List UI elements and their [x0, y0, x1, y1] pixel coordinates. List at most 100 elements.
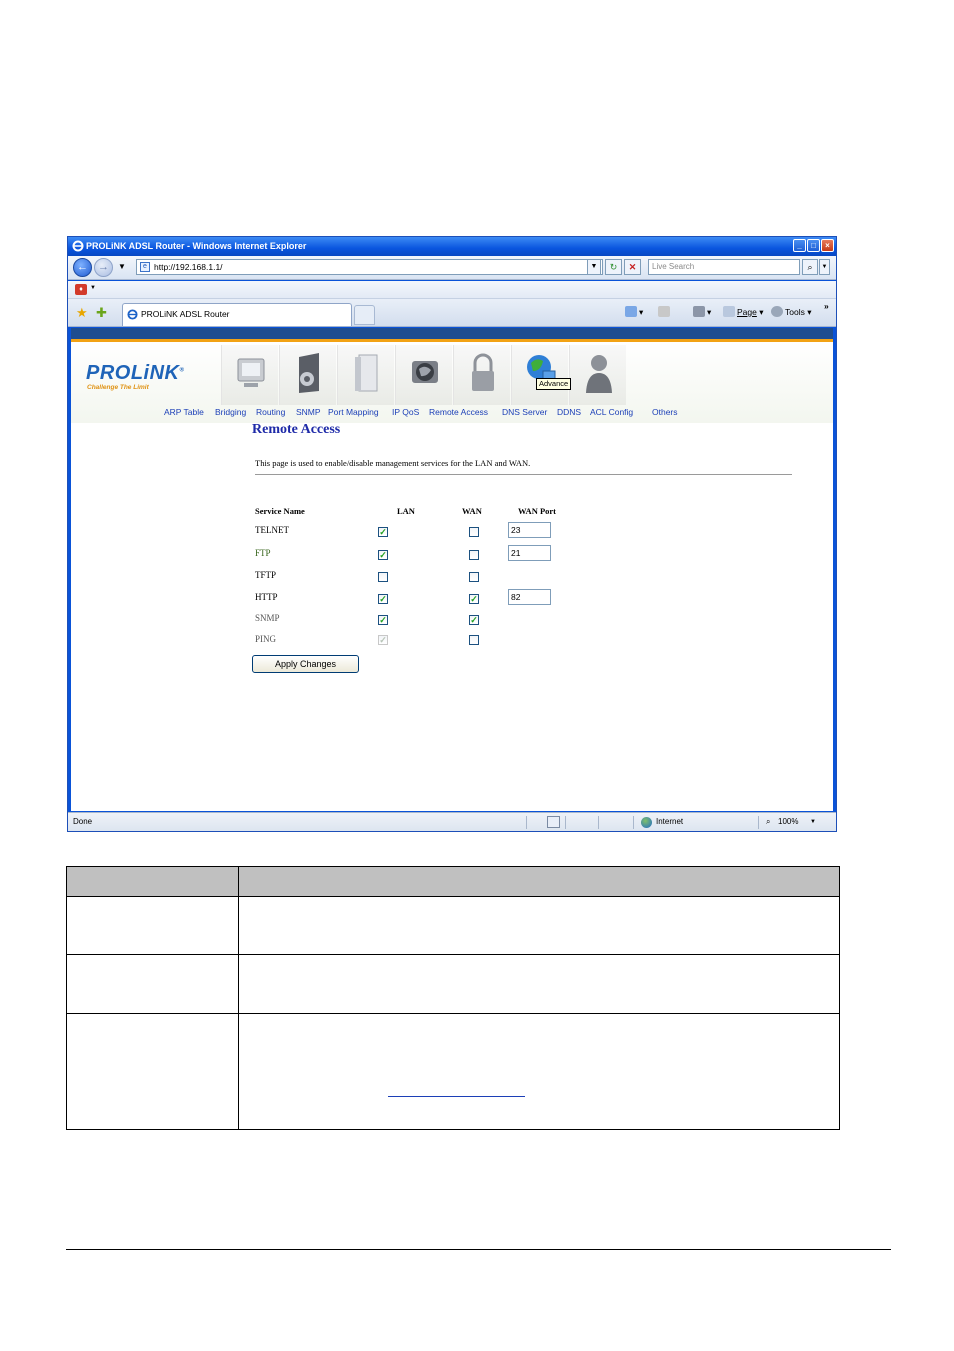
back-button[interactable]: ← [73, 258, 92, 277]
print-button[interactable]: ▾ [693, 306, 711, 318]
minimize-button[interactable]: _ [793, 239, 806, 252]
home-icon [625, 306, 637, 317]
column-divider [238, 867, 239, 1129]
search-input[interactable]: Live Search [648, 259, 800, 275]
nav-others[interactable]: Others [652, 407, 678, 417]
service-telnet: TELNET [255, 525, 289, 535]
search-icon[interactable]: ⌕ [802, 259, 818, 275]
status-divider [598, 816, 599, 829]
advance-tooltip: Advance [536, 378, 572, 390]
nav-routing[interactable]: Routing [256, 407, 285, 417]
tools-menu-button[interactable]: Tools ▾ [771, 306, 811, 318]
setup-menu-icon[interactable] [279, 345, 336, 405]
settings-gear-icon [299, 353, 319, 393]
tools-menu-label: Tools [785, 307, 805, 317]
http-port-input[interactable]: 82 [508, 589, 551, 605]
tftp-lan-checkbox[interactable] [378, 572, 388, 582]
page-icon: e [140, 262, 150, 272]
row-divider [67, 954, 839, 955]
row-divider [67, 1013, 839, 1014]
nav-remote-access[interactable]: Remote Access [429, 407, 488, 417]
hyperlink-underline[interactable] [388, 1096, 525, 1097]
browser-window: PROLiNK ADSL Router - Windows Internet E… [67, 236, 837, 832]
service-ftp: FTP [255, 548, 271, 558]
globe-monitor-icon [412, 361, 438, 383]
page-description: This page is used to enable/disable mana… [255, 458, 531, 468]
zoom-level[interactable]: 100% [778, 813, 798, 831]
telnet-wan-checkbox[interactable] [469, 527, 479, 537]
page-footer-rule [66, 1249, 891, 1250]
zoom-dropdown-icon[interactable]: ▼ [810, 813, 816, 831]
admin-menu-icon[interactable] [569, 345, 626, 405]
window-title: PROLiNK ADSL Router - Windows Internet E… [86, 241, 307, 251]
telnet-lan-checkbox[interactable]: ✓ [378, 527, 388, 537]
address-input[interactable]: e http://192.168.1.1/ [136, 259, 603, 275]
feeds-icon [658, 306, 670, 317]
address-text: http://192.168.1.1/ [154, 262, 223, 272]
nav-arp-table[interactable]: ARP Table [164, 407, 204, 417]
new-tab-button[interactable] [354, 305, 375, 325]
tower-icon [355, 354, 378, 392]
ftp-wan-checkbox[interactable] [469, 550, 479, 560]
page-menu-button[interactable]: Page ▾ [723, 306, 764, 318]
nav-acl-config[interactable]: ACL Config [590, 407, 633, 417]
feeds-button[interactable] [658, 306, 672, 317]
ftp-port-input[interactable]: 21 [508, 545, 551, 561]
nav-snmp[interactable]: SNMP [296, 407, 321, 417]
snmp-lan-checkbox[interactable]: ✓ [378, 615, 388, 625]
address-dropdown-icon[interactable]: ▼ [587, 259, 601, 275]
snmp-wan-checkbox[interactable]: ✓ [469, 615, 479, 625]
history-dropdown-icon[interactable]: ▼ [118, 262, 126, 271]
maximize-button[interactable]: □ [807, 239, 820, 252]
tab-prolink[interactable]: PROLiNK ADSL Router [122, 303, 352, 326]
nav-dns-server[interactable]: DNS Server [502, 407, 547, 417]
search-placeholder: Live Search [652, 262, 695, 271]
logo-text: PROLiNK [86, 362, 180, 384]
nav-ip-qos[interactable]: IP QoS [392, 407, 419, 417]
tftp-wan-checkbox[interactable] [469, 572, 479, 582]
search-options-icon[interactable]: ▼ [819, 259, 830, 275]
forward-button[interactable]: → [94, 258, 113, 277]
more-chevron-icon[interactable]: » [824, 301, 829, 311]
wan-menu-icon[interactable] [395, 345, 452, 405]
home-button[interactable]: ▾ [625, 306, 643, 318]
zoom-magnifier-icon[interactable]: ⌕ [766, 813, 770, 831]
http-lan-checkbox[interactable]: ✓ [378, 594, 388, 604]
advance-menu-icon[interactable] [511, 345, 568, 405]
telnet-port-input[interactable]: 23 [508, 522, 551, 538]
menu-bar: ♦ ▼ [68, 281, 836, 299]
address-bar: ← → ▼ e http://192.168.1.1/ ▼ ↻ ✕ Live S… [68, 256, 836, 280]
addon-dropdown-icon[interactable]: ▼ [90, 285, 96, 291]
ping-lan-checkbox: ✓ [378, 635, 388, 645]
ping-wan-checkbox[interactable] [469, 635, 479, 645]
add-favorites-icon[interactable]: ✚ [96, 305, 107, 321]
tab-ie-icon [127, 309, 138, 320]
device-menu-icon[interactable] [337, 345, 394, 405]
refresh-icon[interactable]: ↻ [605, 259, 622, 275]
user-icon [586, 355, 612, 393]
header-lan: LAN [397, 506, 415, 516]
title-bar: PROLiNK ADSL Router - Windows Internet E… [68, 237, 836, 256]
header-wan: WAN [462, 506, 482, 516]
service-http: HTTP [255, 592, 278, 602]
apply-changes-button[interactable]: Apply Changes [252, 655, 359, 673]
status-divider [526, 816, 527, 829]
nav-port-mapping[interactable]: Port Mapping [328, 407, 379, 417]
favorites-star-icon[interactable]: ★ [76, 305, 88, 321]
close-button[interactable]: × [821, 239, 834, 252]
nav-bridging[interactable]: Bridging [215, 407, 246, 417]
page-content: PROLiNK® Challenge The Limit Advance ARP… [71, 328, 833, 811]
ftp-lan-checkbox[interactable]: ✓ [378, 550, 388, 560]
http-wan-checkbox[interactable]: ✓ [469, 594, 479, 604]
divider [255, 474, 792, 475]
addon-icon[interactable]: ♦ [75, 284, 87, 295]
slogan: Challenge The Limit [87, 384, 149, 391]
nav-ddns[interactable]: DDNS [557, 407, 581, 417]
status-menu-icon[interactable] [221, 345, 278, 405]
security-menu-icon[interactable] [453, 345, 510, 405]
header-stripe [71, 328, 833, 339]
header-wan-port: WAN Port [518, 506, 557, 516]
stop-icon[interactable]: ✕ [624, 259, 641, 275]
internet-zone-icon [641, 817, 652, 828]
status-divider [758, 816, 759, 829]
